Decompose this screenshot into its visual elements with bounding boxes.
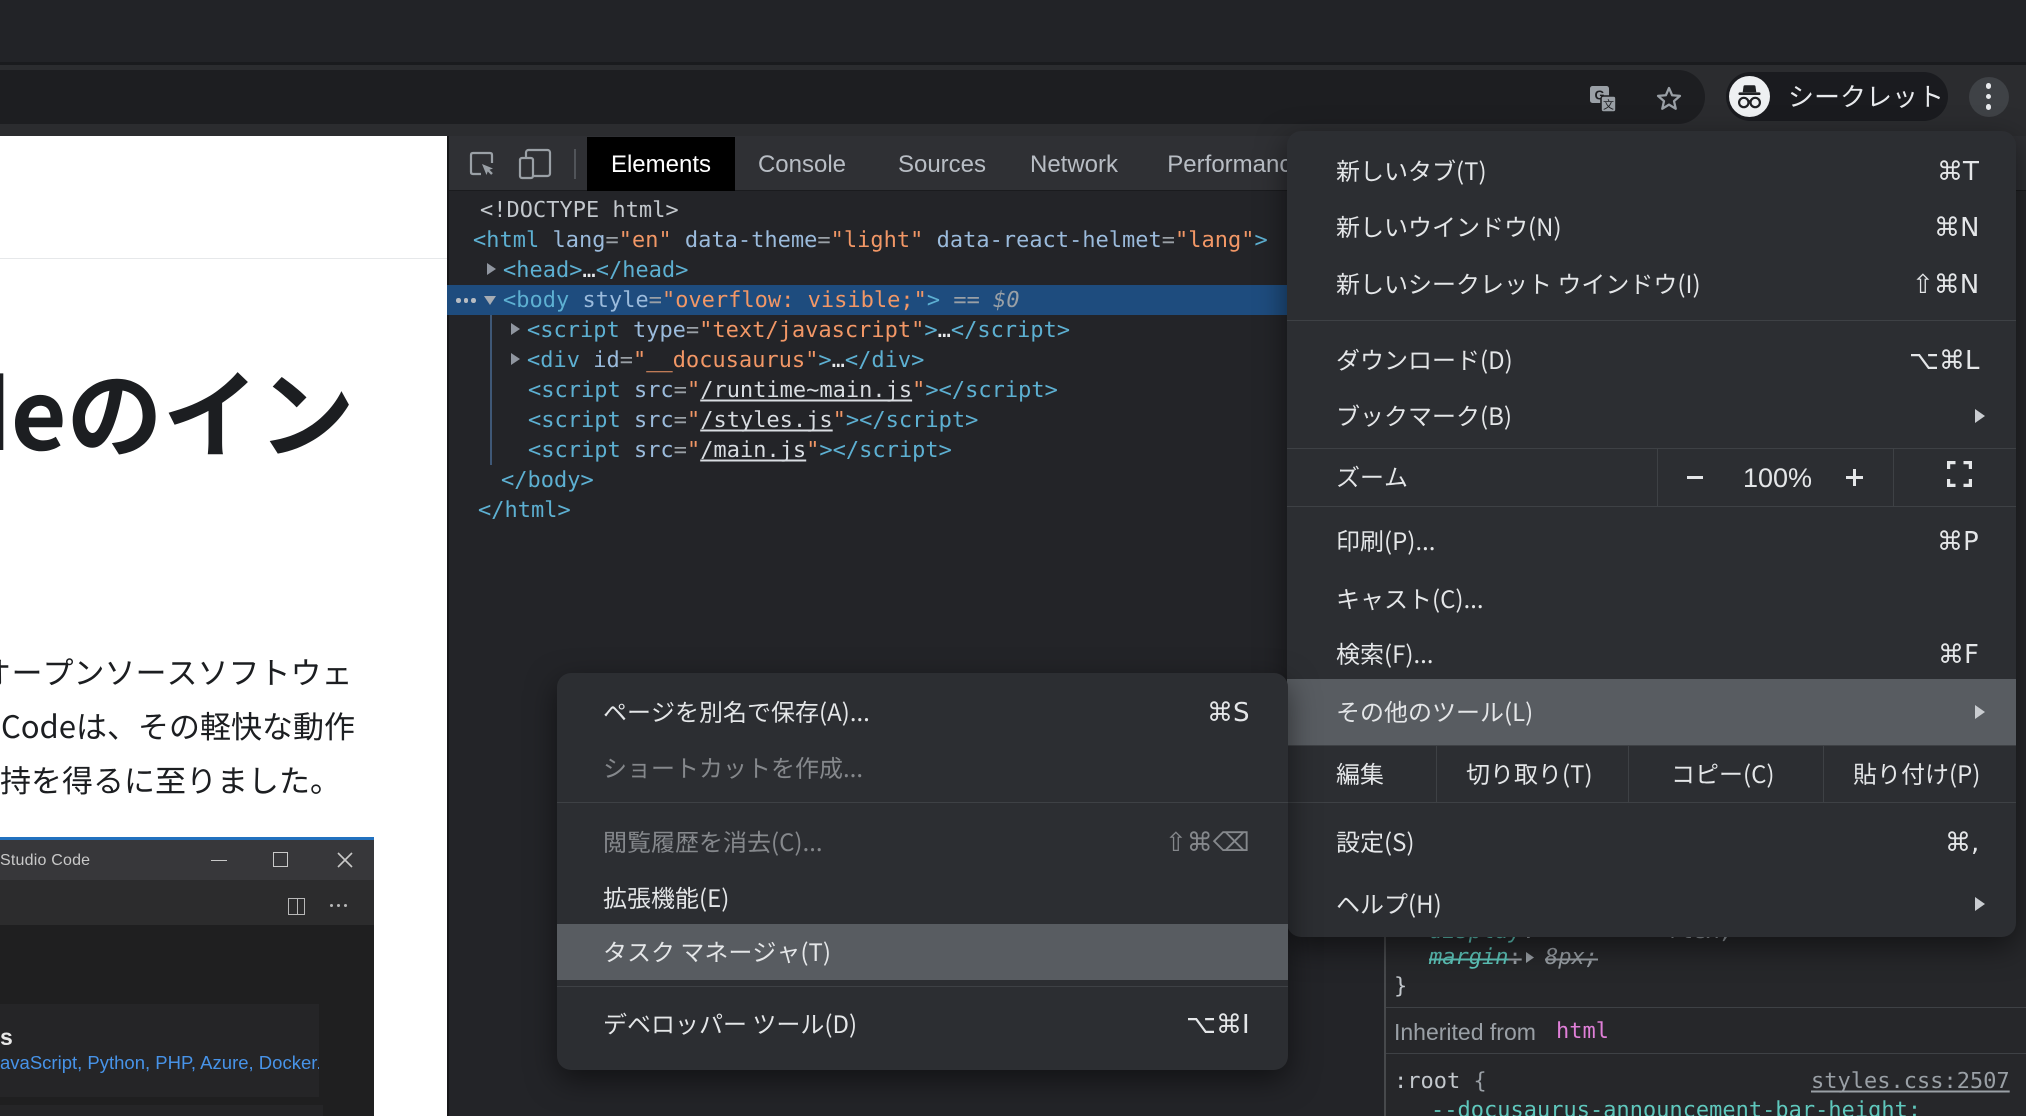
svg-text:文: 文 xyxy=(1603,98,1614,112)
